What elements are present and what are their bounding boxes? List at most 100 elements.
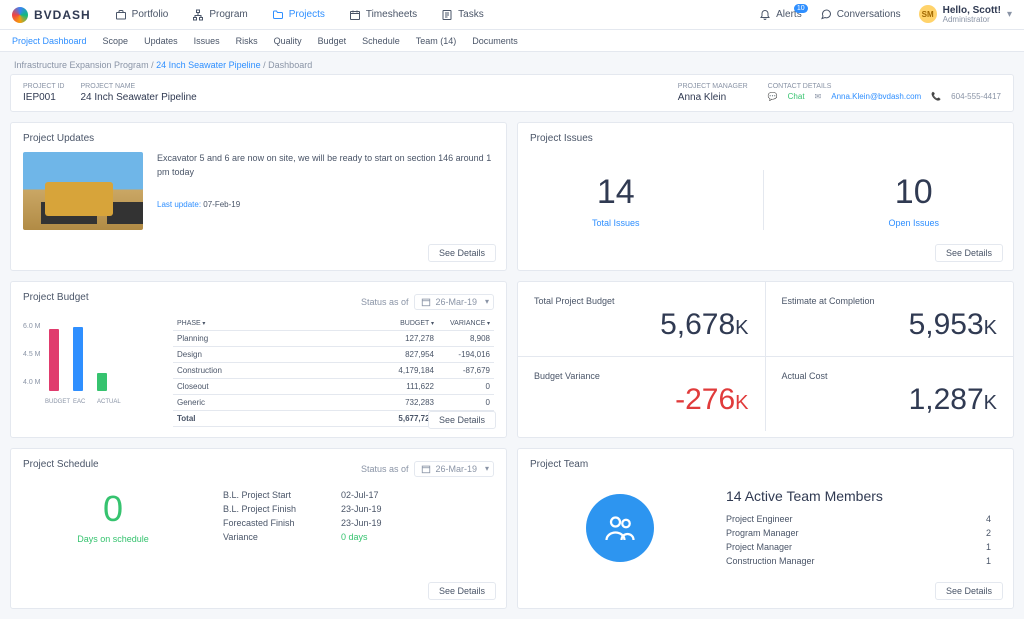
breadcrumb: Infrastructure Expansion Program / 24 In… <box>0 52 1024 74</box>
cell: Closeout <box>177 382 378 391</box>
sitemap-icon <box>192 9 204 21</box>
see-details-button[interactable]: See Details <box>935 582 1003 600</box>
role-count: 1 <box>986 542 991 552</box>
stat-label-link[interactable]: Open Issues <box>888 218 939 228</box>
y-tick: 4.5 M <box>23 351 41 358</box>
folder-icon <box>272 9 284 21</box>
nav-tasks[interactable]: Tasks <box>441 9 484 21</box>
see-details-button[interactable]: See Details <box>428 244 496 262</box>
card-issues: Project Issues 14 Total Issues 10 Open I… <box>517 122 1014 271</box>
col-phase: PHASE <box>177 320 378 327</box>
issues-body: 14 Total Issues 10 Open Issues <box>530 152 1001 260</box>
date-picker[interactable]: 26-Mar-19 <box>414 294 494 310</box>
label: PROJECT ID <box>23 83 65 90</box>
pm-name[interactable]: Anna Klein <box>678 92 748 103</box>
see-details-button[interactable]: See Details <box>935 244 1003 262</box>
alerts-button[interactable]: 10 Alerts <box>759 8 802 20</box>
subnav-issues[interactable]: Issues <box>194 36 220 46</box>
bar-eac <box>73 327 83 391</box>
row-label: B.L. Project Finish <box>223 504 323 514</box>
brand-logo[interactable]: BVDASH <box>12 7 91 23</box>
card-title: Project Budget <box>23 292 89 303</box>
cell: Total <box>177 414 378 423</box>
team-row: Program Manager2 <box>726 526 991 540</box>
kpi-variance: Budget Variance -276K <box>518 357 766 431</box>
stat-total-issues: 14 Total Issues <box>592 173 640 228</box>
kpi-label: Budget Variance <box>534 371 749 381</box>
card-budget: Project Budget Status as of 26-Mar-19 6.… <box>10 281 507 438</box>
top-nav: BVDASH Portfolio Program Projects Timesh… <box>0 0 1024 30</box>
calendar-icon <box>349 9 361 21</box>
avatar: SM <box>919 5 937 23</box>
nav-timesheets[interactable]: Timesheets <box>349 9 417 21</box>
date-picker[interactable]: 26-Mar-19 <box>414 461 494 477</box>
team-row: Project Engineer4 <box>726 512 991 526</box>
last-update-value: 07-Feb-19 <box>203 200 240 209</box>
status-label: Status as of <box>361 297 409 307</box>
x-label: EAC <box>73 399 85 405</box>
schedule-header: Project Schedule Status as of 26-Mar-19 <box>23 459 494 478</box>
budget-chart: 6.0 M 4.5 M 4.0 M BUDGET EAC ACTUAL <box>23 317 163 407</box>
row-label: Forecasted Finish <box>223 518 323 528</box>
subnav-quality[interactable]: Quality <box>274 36 302 46</box>
nav-portfolio[interactable]: Portfolio <box>115 9 169 21</box>
nav-program[interactable]: Program <box>192 9 247 21</box>
email-link[interactable]: Anna.Klein@bvdash.com <box>831 92 921 101</box>
status-as-of: Status as of 26-Mar-19 <box>361 294 494 310</box>
table-row: Closeout111,6220 <box>173 379 494 395</box>
subnav-dashboard[interactable]: Project Dashboard <box>12 36 87 46</box>
kpi-value: 5,953K <box>782 310 998 340</box>
card-title: Project Updates <box>23 133 494 144</box>
brand-text: BVDASH <box>34 8 91 22</box>
schedule-body: 0 Days on schedule B.L. Project Start02-… <box>23 478 494 574</box>
cell: Generic <box>177 398 378 407</box>
table-row: Planning127,2788,908 <box>173 331 494 347</box>
cell: 732,283 <box>378 398 434 407</box>
budget-body: 6.0 M 4.5 M 4.0 M BUDGET EAC ACTUAL PHAS… <box>23 317 494 427</box>
subnav-updates[interactable]: Updates <box>144 36 178 46</box>
team-body: 14 Active Team Members Project Engineer4… <box>530 478 1001 598</box>
see-details-button[interactable]: See Details <box>428 582 496 600</box>
see-details-button[interactable]: See Details <box>428 411 496 429</box>
stat-label-link[interactable]: Total Issues <box>592 218 640 228</box>
date-value: 26-Mar-19 <box>435 297 477 307</box>
card-title: Project Issues <box>530 133 1001 144</box>
kpi-actual-cost: Actual Cost 1,287K <box>766 357 1014 431</box>
crumb-project-link[interactable]: 24 Inch Seawater Pipeline <box>156 60 261 70</box>
date-value: 26-Mar-19 <box>435 464 477 474</box>
bar-actual <box>97 373 107 391</box>
row-label: Variance <box>223 532 323 542</box>
table-row: Design827,954-194,016 <box>173 347 494 363</box>
subnav-risks[interactable]: Risks <box>236 36 258 46</box>
kpi-label: Estimate at Completion <box>782 296 998 306</box>
card-team: Project Team 14 Active Team Members Proj… <box>517 448 1014 609</box>
bell-icon <box>759 8 771 20</box>
cell: -194,016 <box>434 350 490 359</box>
sub-nav: Project Dashboard Scope Updates Issues R… <box>0 30 1024 52</box>
card-schedule: Project Schedule Status as of 26-Mar-19 … <box>10 448 507 609</box>
conversations-button[interactable]: Conversations <box>820 8 901 20</box>
user-menu[interactable]: SM Hello, Scott! Administrator ▾ <box>919 5 1012 25</box>
subnav-schedule[interactable]: Schedule <box>362 36 400 46</box>
schedule-table: B.L. Project Start02-Jul-17B.L. Project … <box>223 488 382 544</box>
nav-projects[interactable]: Projects <box>272 9 325 21</box>
subnav-budget[interactable]: Budget <box>318 36 347 46</box>
nav-label: Tasks <box>458 9 484 20</box>
schedule-hero: 0 Days on schedule <box>33 488 193 544</box>
table-header[interactable]: PHASE BUDGET VARIANCE <box>173 317 494 331</box>
chat-link[interactable]: Chat <box>788 92 805 101</box>
crumb-leaf: Dashboard <box>268 60 312 70</box>
cell: 8,908 <box>434 334 490 343</box>
kpi-label: Total Project Budget <box>534 296 749 306</box>
days-label: Days on schedule <box>77 534 149 544</box>
subnav-scope[interactable]: Scope <box>103 36 129 46</box>
users-icon <box>602 510 638 546</box>
stat-number: 14 <box>597 173 635 212</box>
chat-icon <box>820 8 832 20</box>
label: PROJECT MANAGER <box>678 83 748 90</box>
dashboard-grid: Project Updates Excavator 5 and 6 are no… <box>0 112 1024 619</box>
subnav-documents[interactable]: Documents <box>472 36 518 46</box>
cell: -87,679 <box>434 366 490 375</box>
col-budget: BUDGET <box>378 320 434 327</box>
subnav-team[interactable]: Team (14) <box>416 36 457 46</box>
